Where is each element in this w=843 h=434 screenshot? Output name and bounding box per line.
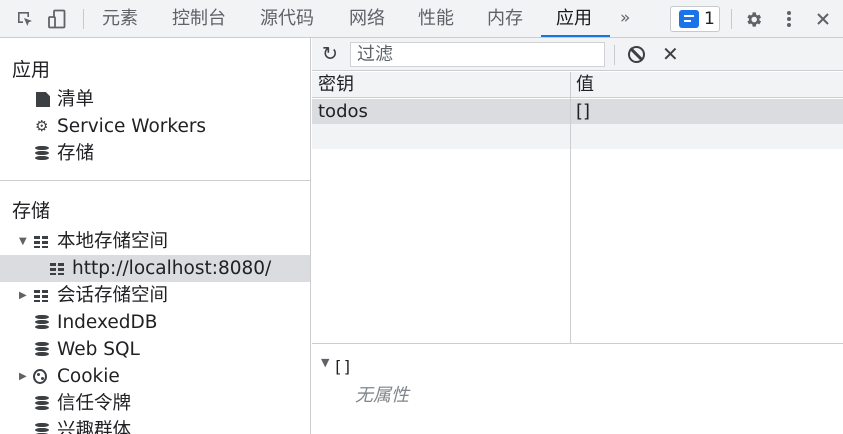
clear-all-icon[interactable]: [628, 46, 645, 63]
database-icon: [35, 342, 49, 357]
sidebar-item-manifest[interactable]: 清单: [0, 86, 310, 113]
tab-performance[interactable]: 性能: [418, 0, 454, 38]
database-icon: [35, 146, 49, 161]
storage-section-title: 存储: [12, 200, 51, 222]
sidebar-item-storage-overview[interactable]: 存储: [0, 140, 310, 167]
sidebar-item-local-storage[interactable]: ▼ 本地存储空间: [0, 228, 310, 255]
close-icon[interactable]: [812, 8, 834, 30]
collapsed-triangle-icon[interactable]: ▶: [19, 363, 27, 390]
kebab-icon[interactable]: [778, 8, 800, 30]
table-header: 密钥 值: [312, 72, 843, 98]
sidebar-item-service-workers[interactable]: ⚙ Service Workers: [0, 113, 310, 140]
value-preview-panel: ▼ [] 无属性: [312, 345, 843, 434]
cookie-icon: [33, 369, 47, 384]
toolbar-separator: [731, 9, 732, 29]
device-toolbar-icon[interactable]: [46, 8, 68, 30]
expanded-triangle-icon[interactable]: ▼: [321, 356, 329, 369]
gear-icon[interactable]: [742, 8, 764, 30]
sidebar-item-interest-groups[interactable]: 兴趣群体: [0, 417, 310, 434]
sidebar-item-indexeddb[interactable]: IndexedDB: [0, 309, 310, 336]
no-properties-label: 无属性: [355, 385, 409, 406]
issues-count: 1: [704, 9, 715, 29]
toolbar-separator: [614, 45, 615, 65]
filter-toolbar: ↻ ✕: [312, 38, 843, 71]
collapsed-triangle-icon[interactable]: ▶: [19, 282, 27, 309]
expanded-triangle-icon[interactable]: ▼: [19, 228, 27, 255]
filter-input[interactable]: [350, 42, 605, 67]
database-icon: [35, 396, 49, 411]
inspect-element-icon[interactable]: [14, 8, 36, 30]
sidebar-item-trust-tokens[interactable]: 信任令牌: [0, 390, 310, 417]
refresh-icon[interactable]: ↻: [322, 43, 338, 65]
table-icon: [34, 236, 48, 251]
tab-sources[interactable]: 源代码: [260, 0, 314, 38]
storage-main-pane: ↻ ✕ 密钥 值 todos [] ▼ [] 无属性: [312, 38, 843, 434]
database-icon: [35, 315, 49, 330]
preview-value: []: [333, 357, 353, 376]
message-icon: [679, 10, 699, 28]
active-tab-indicator: [541, 35, 610, 37]
column-divider[interactable]: [570, 72, 571, 344]
more-tabs-button[interactable]: »: [620, 0, 630, 38]
tab-elements[interactable]: 元素: [102, 0, 138, 38]
document-icon: [36, 92, 50, 107]
toolbar-separator: [83, 9, 84, 29]
tab-memory[interactable]: 内存: [487, 0, 523, 38]
table-icon: [50, 263, 64, 278]
row-value-cell[interactable]: []: [576, 99, 590, 124]
tab-application[interactable]: 应用: [556, 0, 592, 38]
application-section-title: 应用: [12, 59, 51, 81]
sidebar: 应用 清单 ⚙ Service Workers 存储 存储 ▼ 本地存储空间 h…: [0, 38, 311, 434]
column-header-value[interactable]: 值: [576, 72, 594, 98]
sidebar-divider: [0, 180, 310, 181]
delete-selected-icon[interactable]: ✕: [662, 40, 679, 68]
tab-network[interactable]: 网络: [349, 0, 385, 38]
sidebar-item-session-storage[interactable]: ▶ 会话存储空间: [0, 282, 310, 309]
tab-console[interactable]: 控制台: [172, 0, 226, 38]
table-row[interactable]: todos []: [312, 99, 843, 124]
issues-counter-button[interactable]: 1: [670, 6, 720, 32]
storage-table: 密钥 值 todos []: [312, 72, 843, 344]
gear-icon: ⚙: [35, 117, 49, 135]
devtools-toolbar: 元素 控制台 源代码 网络 性能 内存 应用 » 1: [0, 0, 843, 38]
empty-table-row: [312, 124, 843, 149]
row-key-cell[interactable]: todos: [318, 99, 368, 124]
sidebar-item-cookie[interactable]: ▶ Cookie: [0, 363, 310, 390]
sidebar-item-local-origin[interactable]: http://localhost:8080/: [0, 255, 310, 282]
sidebar-item-websql[interactable]: Web SQL: [0, 336, 310, 363]
column-header-key[interactable]: 密钥: [318, 72, 354, 98]
table-icon: [34, 290, 48, 305]
database-icon: [35, 423, 49, 434]
